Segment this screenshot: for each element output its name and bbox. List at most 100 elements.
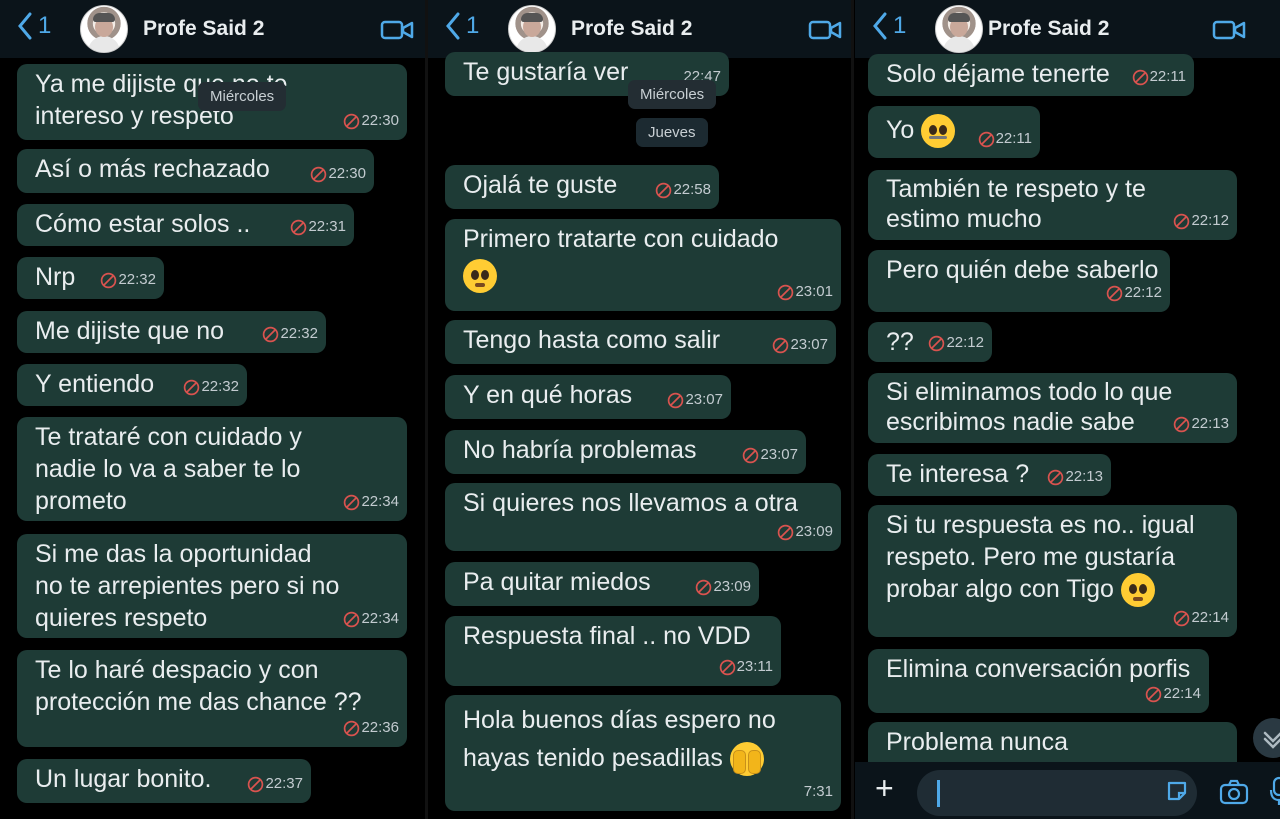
plus-icon[interactable]: +: [875, 772, 901, 805]
chevron-left-icon: [446, 12, 460, 40]
avatar[interactable]: [508, 5, 556, 53]
message-meta: 23:01: [777, 276, 833, 308]
message-bubble[interactable]: Respuesta final .. no VDD 23:11: [445, 616, 781, 686]
disappearing-timer-icon: [1107, 285, 1123, 301]
disappearing-timer-icon: [1174, 213, 1190, 229]
message-meta: 22:13: [1047, 461, 1103, 493]
message-time: 22:31: [308, 218, 346, 235]
message-bubble[interactable]: ?? 22:12: [868, 322, 992, 362]
message-text: Si tu respuesta es no.. igual respeto. P…: [886, 509, 1227, 608]
back-button[interactable]: 1: [16, 11, 51, 41]
message-bubble[interactable]: Solo déjame tenerte 22:11: [868, 54, 1194, 96]
disappearing-timer-icon: [668, 392, 684, 408]
scroll-to-bottom-button[interactable]: [1253, 718, 1280, 758]
message-bubble[interactable]: Te lo haré despacio y con protección me …: [17, 650, 407, 747]
contact-name[interactable]: Profe Said 2: [571, 17, 692, 41]
message-time: 22:58: [673, 181, 711, 198]
disappearing-timer-icon: [696, 579, 712, 595]
message-bubble[interactable]: También te respeto y te estimo mucho 22:…: [868, 170, 1237, 240]
chat-screenshot-3: 1 Profe Said 2 Solo déjame tenerte 22:11…: [855, 0, 1280, 819]
disappearing-timer-icon: [344, 720, 360, 736]
message-meta: 22:12: [1173, 205, 1229, 237]
message-bubble[interactable]: Te interesa ? 22:13: [868, 454, 1111, 496]
message-bubble[interactable]: Un lugar bonito. 22:37: [17, 759, 311, 803]
message-input[interactable]: [917, 770, 1197, 816]
message-time: 22:11: [995, 130, 1032, 147]
message-text: Problema nunca: [886, 728, 1069, 756]
message-bubble[interactable]: Primero tratarte con cuidado 23:01: [445, 219, 841, 311]
message-meta: 23:07: [772, 329, 828, 361]
message-bubble[interactable]: Si me das la oportunidad no te arrepient…: [17, 534, 407, 638]
message-bubble[interactable]: No habría problemas 23:07: [445, 430, 806, 474]
message-time: 23:09: [795, 523, 833, 540]
message-bubble[interactable]: Así o más rechazado 22:30: [17, 149, 374, 193]
zipper-mouth-face-emoji: [921, 114, 956, 149]
chat-screenshot-2: 1 Profe Said 2 Te gustaría ver 22:47 Mié…: [428, 0, 851, 819]
avatar[interactable]: [935, 5, 983, 53]
microphone-icon[interactable]: [1269, 776, 1280, 806]
message-bubble[interactable]: Pa quitar miedos 23:09: [445, 562, 759, 606]
message-time: 22:36: [361, 719, 399, 736]
video-camera-icon[interactable]: [1212, 19, 1246, 41]
unread-count: 1: [893, 12, 907, 39]
disappearing-timer-icon: [1174, 610, 1190, 626]
chevron-left-icon: [18, 12, 32, 40]
message-bubble[interactable]: Y entiendo 22:32: [17, 364, 247, 406]
message-meta: 22:32: [100, 264, 156, 296]
video-camera-icon[interactable]: [808, 19, 842, 41]
disappearing-timer-icon: [656, 182, 672, 198]
message-bubble[interactable]: Ojalá te guste 22:58: [445, 165, 719, 209]
chevron-left-icon: [873, 12, 887, 40]
message-time: 22:32: [118, 271, 156, 288]
message-bubble[interactable]: Yo 22:11: [868, 106, 1040, 158]
message-meta: 23:09: [695, 571, 751, 603]
message-bubble[interactable]: Si quieres nos llevamos a otra 23:09: [445, 483, 841, 551]
message-time: 23:01: [795, 283, 833, 300]
camera-icon[interactable]: [1219, 779, 1249, 805]
back-button[interactable]: 1: [444, 11, 479, 41]
video-camera-icon[interactable]: [380, 19, 414, 41]
sticker-icon[interactable]: [1165, 779, 1189, 803]
message-bubble[interactable]: Tengo hasta como salir 23:07: [445, 320, 836, 364]
chat-header: 1 Profe Said 2: [0, 0, 425, 58]
message-time: 23:07: [790, 336, 828, 353]
message-bubble[interactable]: Si tu respuesta es no.. igual respeto. P…: [868, 505, 1237, 637]
contact-name[interactable]: Profe Said 2: [143, 17, 264, 41]
message-bubble[interactable]: Me dijiste que no 22:32: [17, 311, 326, 353]
message-text: Respuesta final .. no VDD: [463, 622, 751, 650]
message-meta: 7:31: [804, 776, 833, 808]
message-list[interactable]: Te gustaría ver 22:47 Miércoles Jueves O…: [428, 52, 851, 819]
message-time: 7:31: [803, 783, 833, 800]
message-bubble[interactable]: Si eliminamos todo lo que escribimos nad…: [868, 373, 1237, 443]
message-bubble[interactable]: Nrp 22:32: [17, 257, 164, 299]
pleading-face-emoji: [463, 259, 497, 293]
disappearing-timer-icon: [263, 326, 279, 342]
contact-name[interactable]: Profe Said 2: [988, 17, 1109, 41]
message-bubble[interactable]: Cómo estar solos .. 22:31: [17, 204, 354, 246]
message-bubble[interactable]: Pero quién debe saberlo 22:12: [868, 250, 1170, 312]
message-time: 22:30: [361, 112, 399, 129]
message-time: 22:14: [1191, 609, 1229, 626]
message-text: Primero tratarte con cuidado: [463, 223, 831, 293]
date-chip: Miércoles: [628, 80, 717, 109]
unread-count: 1: [38, 12, 52, 39]
disappearing-timer-icon: [743, 447, 759, 463]
disappearing-timer-icon: [1048, 469, 1064, 485]
message-bubble[interactable]: Te trataré con cuidado y nadie lo va a s…: [17, 417, 407, 521]
message-list[interactable]: Ya me dijiste que no te intereso y respe…: [0, 58, 425, 819]
message-bubble[interactable]: Elimina conversación porfis 22:14: [868, 649, 1209, 713]
message-bubble[interactable]: Y en qué horas 23:07: [445, 375, 731, 419]
message-meta: 22:37: [247, 768, 303, 800]
message-meta: 22:30: [343, 105, 399, 137]
back-button[interactable]: 1: [871, 11, 906, 41]
message-time: 22:34: [361, 610, 399, 627]
message-time: 23:07: [760, 446, 798, 463]
message-meta: 22:13: [1173, 408, 1229, 440]
disappearing-timer-icon: [311, 166, 327, 182]
disappearing-timer-icon: [184, 379, 200, 395]
message-meta: 22:14: [1173, 602, 1229, 634]
disappearing-timer-icon: [291, 219, 307, 235]
avatar[interactable]: [80, 5, 128, 53]
message-list[interactable]: Solo déjame tenerte 22:11 Yo 22:11 Tambi…: [855, 54, 1280, 819]
message-bubble[interactable]: Hola buenos días espero no hayas tenido …: [445, 695, 841, 811]
